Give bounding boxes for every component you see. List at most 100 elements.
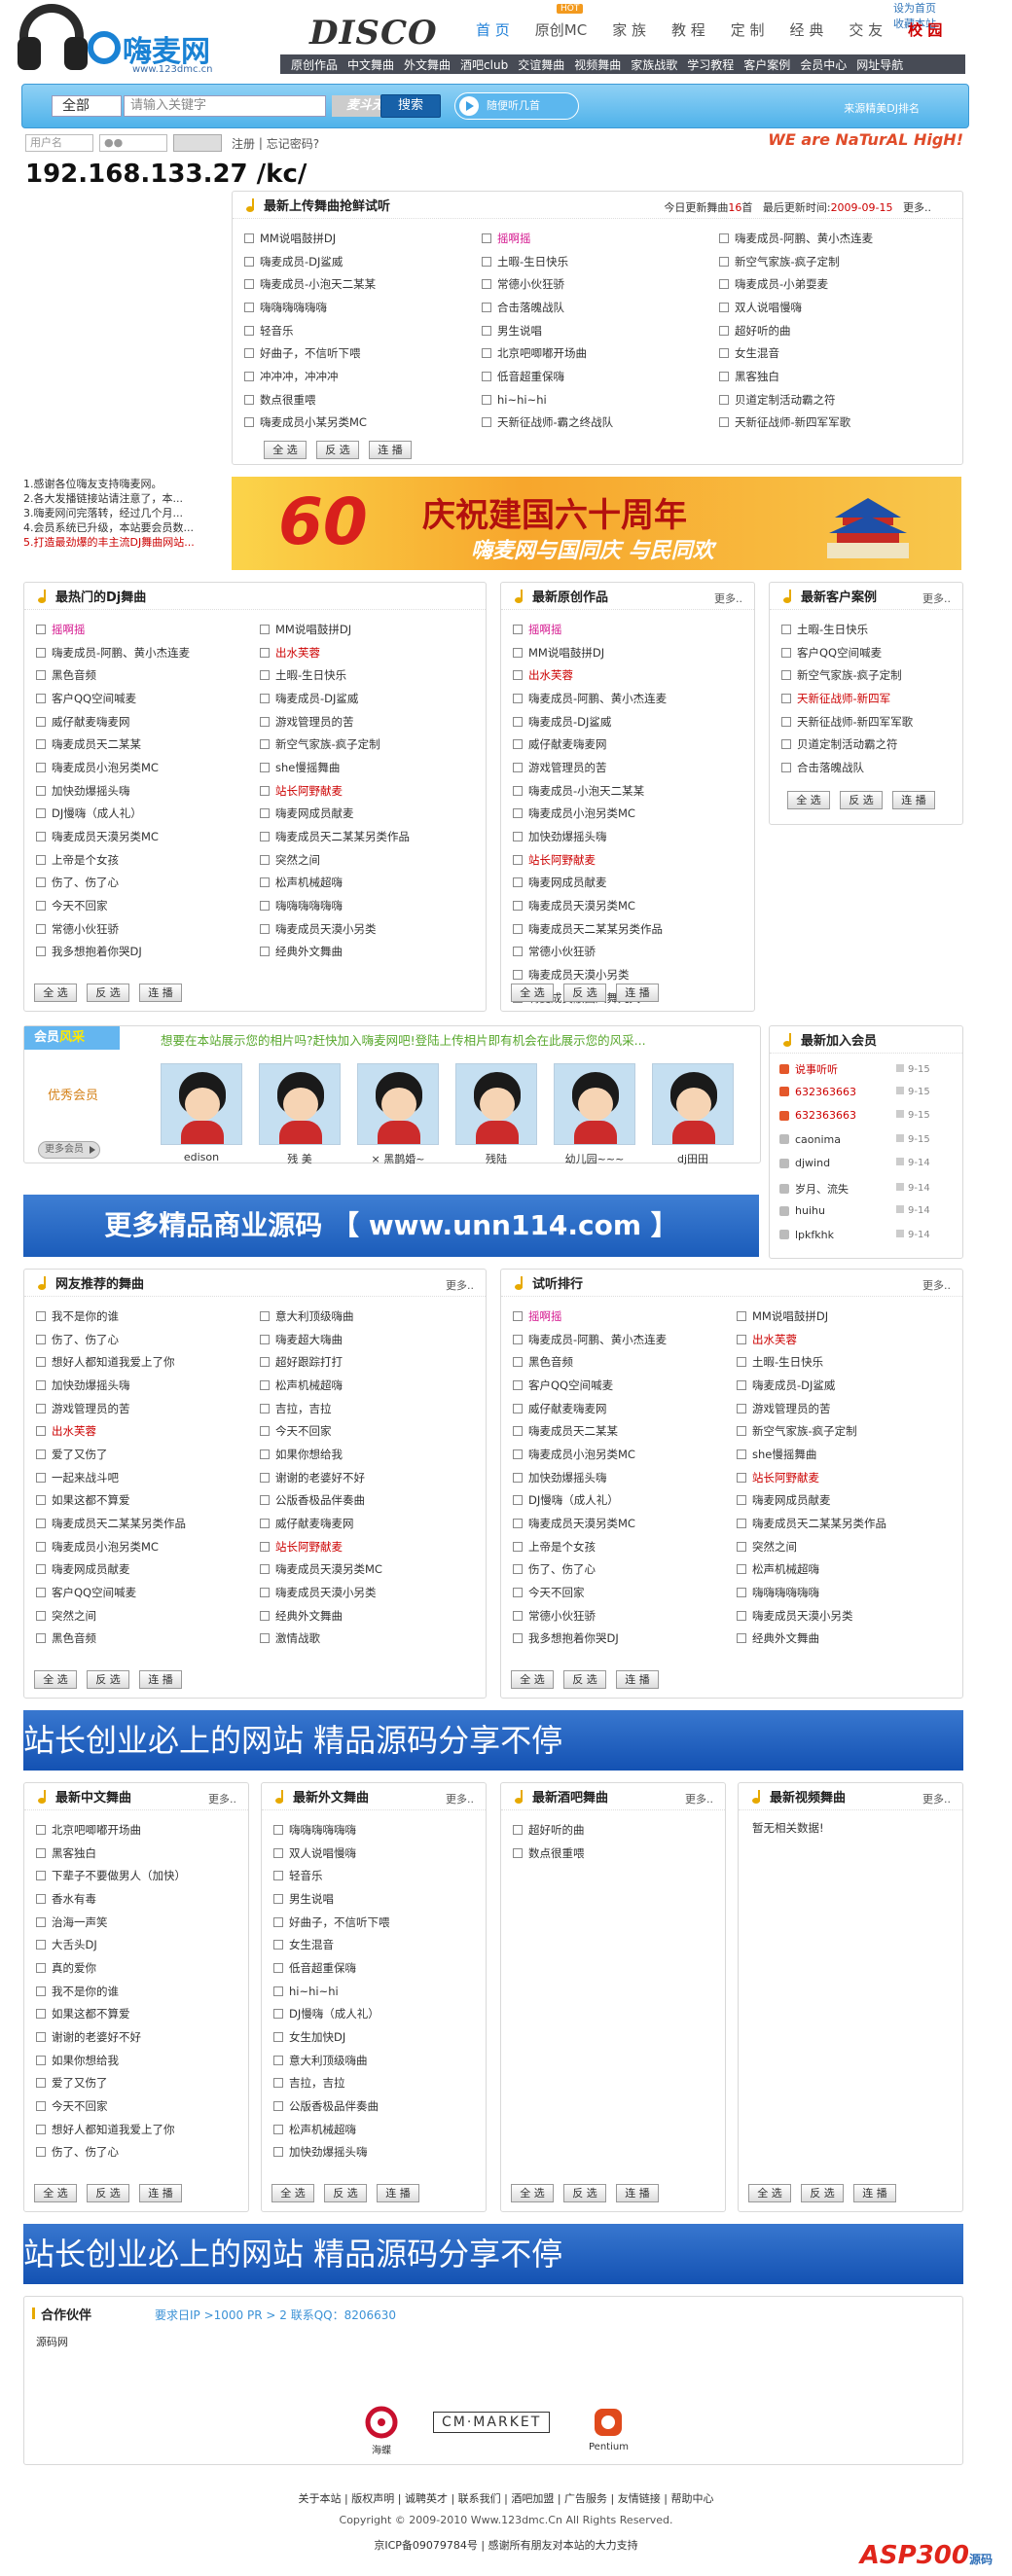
song-item[interactable]: 如果这都不算爱 xyxy=(36,1489,260,1513)
song-checkbox[interactable] xyxy=(260,1357,270,1368)
song-item[interactable]: 超好听的曲 xyxy=(513,1818,719,1842)
song-title[interactable]: 黑色音频 xyxy=(52,1630,96,1646)
song-checkbox[interactable] xyxy=(513,1847,523,1858)
member-card[interactable]: 残 美 xyxy=(259,1063,341,1166)
select-all-button[interactable]: 全 选 xyxy=(511,2184,554,2202)
song-checkbox[interactable] xyxy=(513,739,523,750)
song-title[interactable]: 好曲子，不信听下喂 xyxy=(289,1914,390,1930)
song-title[interactable]: 天新征战师-新四军 xyxy=(797,691,890,706)
song-item[interactable]: 嗨麦成员天漠小另类 xyxy=(260,1581,484,1604)
song-checkbox[interactable] xyxy=(513,1310,523,1321)
invert-select-button[interactable]: 反 选 xyxy=(563,2184,606,2202)
member-card[interactable]: × 黑鹊婚~ xyxy=(357,1063,439,1166)
song-checkbox[interactable] xyxy=(36,1334,46,1344)
song-title[interactable]: 嗨麦成员-阿鹏、黄小杰连麦 xyxy=(528,691,667,706)
song-title[interactable]: 爱了又伤了 xyxy=(52,2075,108,2091)
song-title[interactable]: 出水芙蓉 xyxy=(528,667,573,683)
song-checkbox[interactable] xyxy=(273,1986,283,1996)
song-item[interactable]: 意大利顶级嗨曲 xyxy=(260,1305,484,1328)
song-title[interactable]: 黑色音频 xyxy=(52,667,96,683)
song-checkbox[interactable] xyxy=(513,854,523,865)
song-title[interactable]: 上帝是个女孩 xyxy=(528,1539,596,1555)
song-title[interactable]: 大舌头DJ xyxy=(52,1937,97,1952)
song-title[interactable]: 嗨麦成员-阿鹏、黄小杰连麦 xyxy=(528,1332,667,1347)
song-checkbox[interactable] xyxy=(260,762,270,772)
song-item[interactable]: 今天不回家 xyxy=(36,894,260,917)
song-item[interactable]: 黑色音频 xyxy=(36,1628,260,1651)
play-selected-button[interactable]: 连 播 xyxy=(139,2184,182,2202)
song-title[interactable]: 女生加快DJ xyxy=(289,2029,345,2045)
song-title[interactable]: 威仔献麦嗨麦网 xyxy=(275,1516,354,1531)
song-title[interactable]: 一起来战斗吧 xyxy=(52,1470,119,1485)
song-title[interactable]: 站长阿野献麦 xyxy=(752,1470,819,1485)
song-title[interactable]: DJ慢嗨（成人礼） xyxy=(52,805,142,821)
song-checkbox[interactable] xyxy=(737,1588,746,1598)
song-title[interactable]: 伤了、伤了心 xyxy=(52,2144,119,2160)
song-checkbox[interactable] xyxy=(36,693,46,703)
member-name[interactable]: 残 美 xyxy=(259,1151,341,1166)
song-title[interactable]: 客户QQ空间喊麦 xyxy=(797,645,882,661)
song-item[interactable]: 伤了、伤了心 xyxy=(36,2141,242,2165)
invert-select-button[interactable]: 反 选 xyxy=(801,2184,844,2202)
song-title[interactable]: 松声机械超嗨 xyxy=(752,1561,819,1577)
search-input[interactable]: 请输入关键字 xyxy=(124,95,326,117)
song-checkbox[interactable] xyxy=(719,394,729,405)
song-checkbox[interactable] xyxy=(260,1633,270,1644)
song-title[interactable]: 新空气家族-疯子定制 xyxy=(752,1423,857,1439)
song-title[interactable]: 嗨麦成员小某另类MC xyxy=(260,414,367,430)
song-checkbox[interactable] xyxy=(273,1871,283,1881)
notice-item[interactable]: 3.嗨麦网问完落转，经过几个月... xyxy=(23,506,214,520)
song-checkbox[interactable] xyxy=(273,2078,283,2089)
song-title[interactable]: 嗨麦成员天二某某 xyxy=(52,736,141,752)
song-title[interactable]: 常德小伙狂骄 xyxy=(497,276,564,292)
song-item[interactable]: 游戏管理员的苦 xyxy=(36,1397,260,1420)
song-checkbox[interactable] xyxy=(36,1893,46,1904)
top-menu-item[interactable]: 教 程 xyxy=(659,19,718,40)
song-checkbox[interactable] xyxy=(513,923,523,934)
song-checkbox[interactable] xyxy=(719,279,729,290)
song-title[interactable]: 轻音乐 xyxy=(260,323,294,339)
song-checkbox[interactable] xyxy=(260,1426,270,1437)
song-checkbox[interactable] xyxy=(36,1426,46,1437)
song-checkbox[interactable] xyxy=(260,624,270,634)
song-checkbox[interactable] xyxy=(36,739,46,750)
song-checkbox[interactable] xyxy=(36,1847,46,1858)
song-title[interactable]: 想好人都知道我爱上了你 xyxy=(52,1354,175,1370)
new-user-item[interactable]: 632363663 9-15 xyxy=(779,1086,953,1098)
song-checkbox[interactable] xyxy=(482,371,491,381)
song-item[interactable]: 天新征战师-霸之终战队 xyxy=(482,411,719,435)
song-title[interactable]: 站长阿野献麦 xyxy=(275,783,343,799)
song-item[interactable]: DJ慢嗨（成人礼） xyxy=(513,1489,737,1513)
song-title[interactable]: 嗨麦成员天二某某另类作品 xyxy=(752,1516,886,1531)
song-item[interactable]: 嗨嗨嗨嗨嗨嗨 xyxy=(260,894,484,917)
song-title[interactable]: 松声机械超嗨 xyxy=(289,2122,356,2137)
song-checkbox[interactable] xyxy=(36,1541,46,1552)
song-checkbox[interactable] xyxy=(482,302,491,312)
song-item[interactable]: 吉拉，吉拉 xyxy=(273,2072,480,2095)
song-item[interactable]: 上帝是个女孩 xyxy=(36,848,260,872)
sub-nav-item[interactable]: 交谊舞曲 xyxy=(513,56,569,73)
song-title[interactable]: 客户QQ空间喊麦 xyxy=(528,1377,613,1393)
song-checkbox[interactable] xyxy=(260,1403,270,1413)
song-item[interactable]: 一起来战斗吧 xyxy=(36,1466,260,1489)
song-checkbox[interactable] xyxy=(781,624,791,634)
song-item[interactable]: 女生混音 xyxy=(719,341,957,365)
song-title[interactable]: 北京吧唧嘟开场曲 xyxy=(52,1822,141,1838)
top-menu-item[interactable]: 交 友 xyxy=(836,19,895,40)
member-name[interactable]: dj田田 xyxy=(652,1151,734,1166)
member-avatar[interactable] xyxy=(259,1063,341,1145)
song-checkbox[interactable] xyxy=(244,256,254,267)
song-item[interactable]: 威仔献麦嗨麦网 xyxy=(36,710,260,733)
song-item[interactable]: 合击落魄战队 xyxy=(482,296,719,319)
song-title[interactable]: 嗨麦网成员献麦 xyxy=(528,875,607,890)
song-title[interactable]: 天新征战师-新四军军歌 xyxy=(735,414,850,430)
song-title[interactable]: 嗨麦成员-DJ鲨威 xyxy=(752,1377,835,1393)
register-link[interactable]: 注册 xyxy=(232,135,255,152)
song-title[interactable]: 今天不回家 xyxy=(52,2098,108,2114)
song-checkbox[interactable] xyxy=(737,1426,746,1437)
song-checkbox[interactable] xyxy=(260,808,270,819)
song-item[interactable]: 嗨麦成员-阿鹏、黄小杰连麦 xyxy=(513,1328,737,1351)
song-checkbox[interactable] xyxy=(513,624,523,634)
song-checkbox[interactable] xyxy=(260,854,270,865)
song-title[interactable]: 新空气家族-疯子定制 xyxy=(275,736,380,752)
